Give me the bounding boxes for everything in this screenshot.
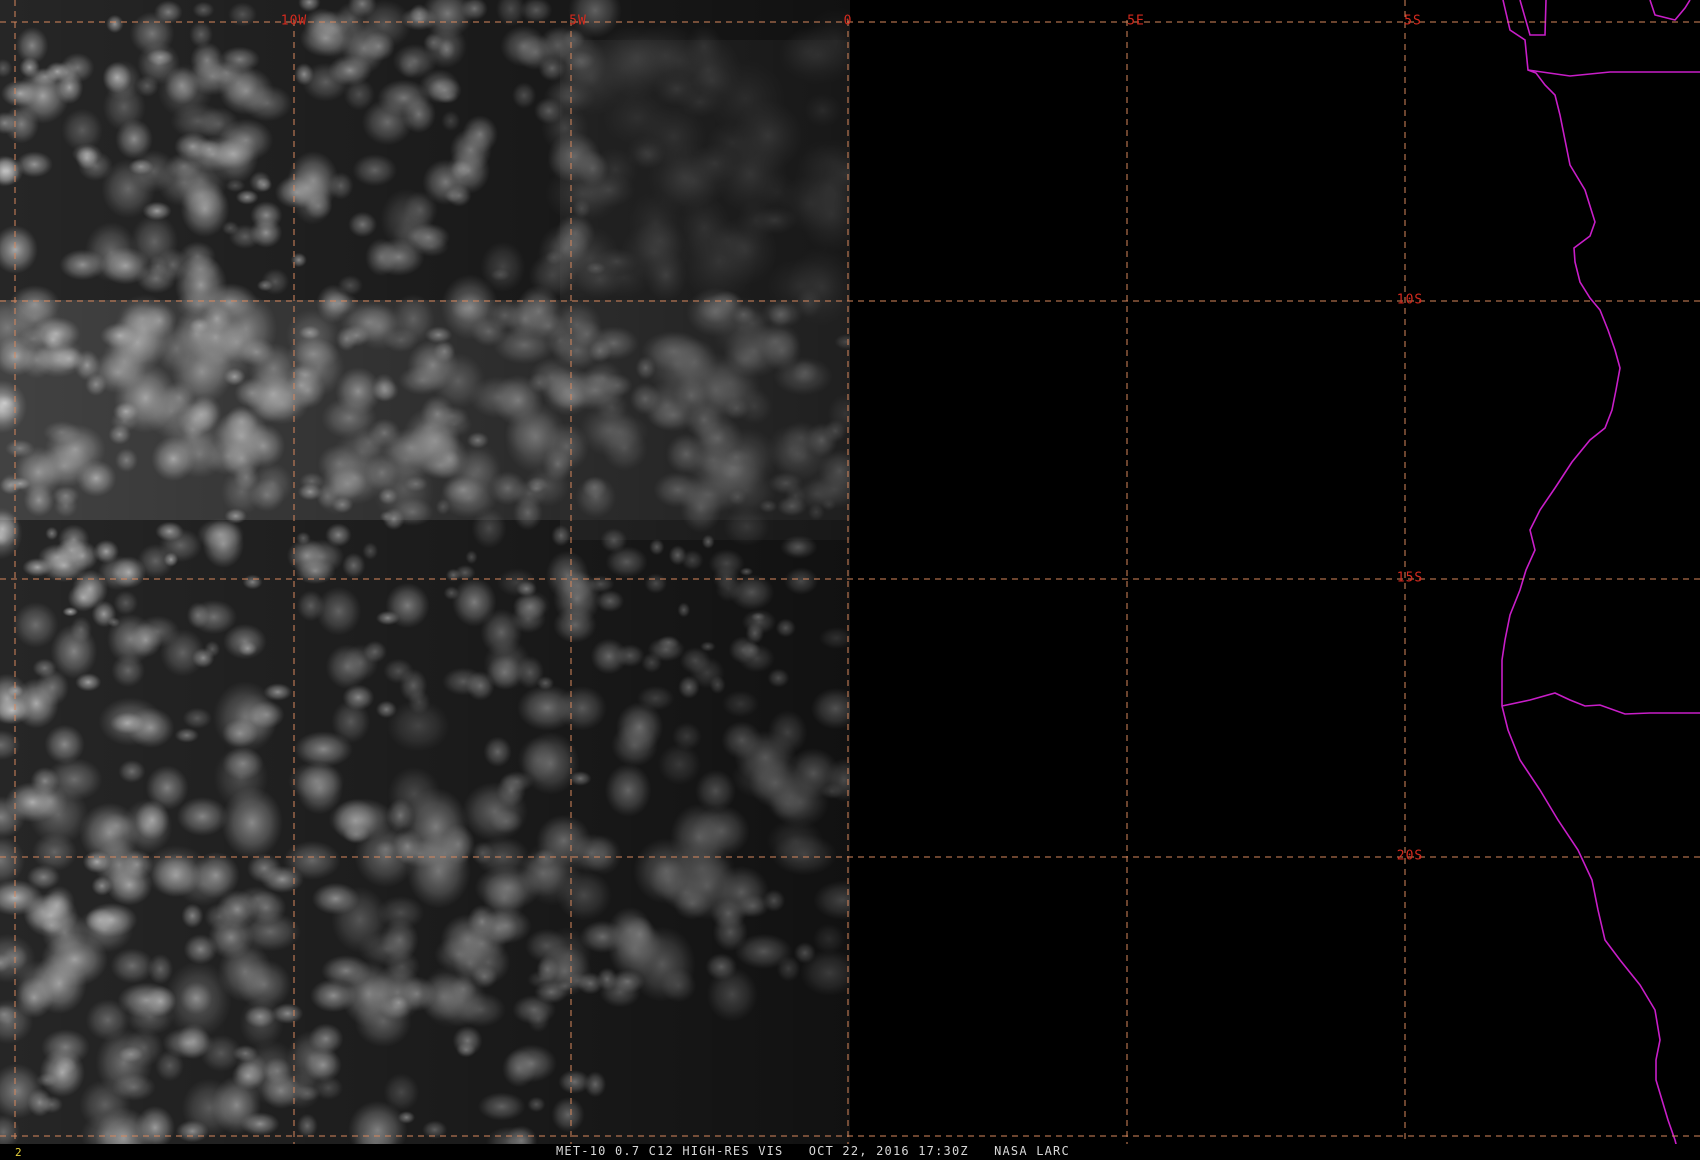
lon-label-0: 0 [843, 13, 853, 29]
lat-label-10S: 10S [1396, 292, 1424, 308]
visible-imagery [0, 0, 850, 1148]
lat-label-20S: 20S [1396, 848, 1424, 864]
satellite-map [0, 0, 1700, 1160]
border-congo-angola [1519, 0, 1547, 36]
frame-number: 2 [15, 1146, 22, 1159]
lat-label-5S: 5S [1404, 13, 1422, 29]
lon-label-5W: 5W [569, 13, 587, 29]
satellite-image-viewer: 10W 5W 0 5E 5S 10S 15S 20S 2 MET-10 0.7 … [0, 0, 1700, 1160]
border-angola-namibia [1501, 692, 1700, 715]
border-cabinda-drc [1527, 69, 1700, 77]
lon-label-5E: 5E [1127, 13, 1145, 29]
border-top-right [1649, 0, 1691, 21]
coastline-and-borders [1501, 0, 1700, 1160]
lat-label-15S: 15S [1396, 570, 1424, 586]
image-caption: MET-10 0.7 C12 HIGH-RES VIS OCT 22, 2016… [556, 1144, 1070, 1158]
lon-label-10W: 10W [280, 13, 308, 29]
coastline [1501, 0, 1681, 1160]
